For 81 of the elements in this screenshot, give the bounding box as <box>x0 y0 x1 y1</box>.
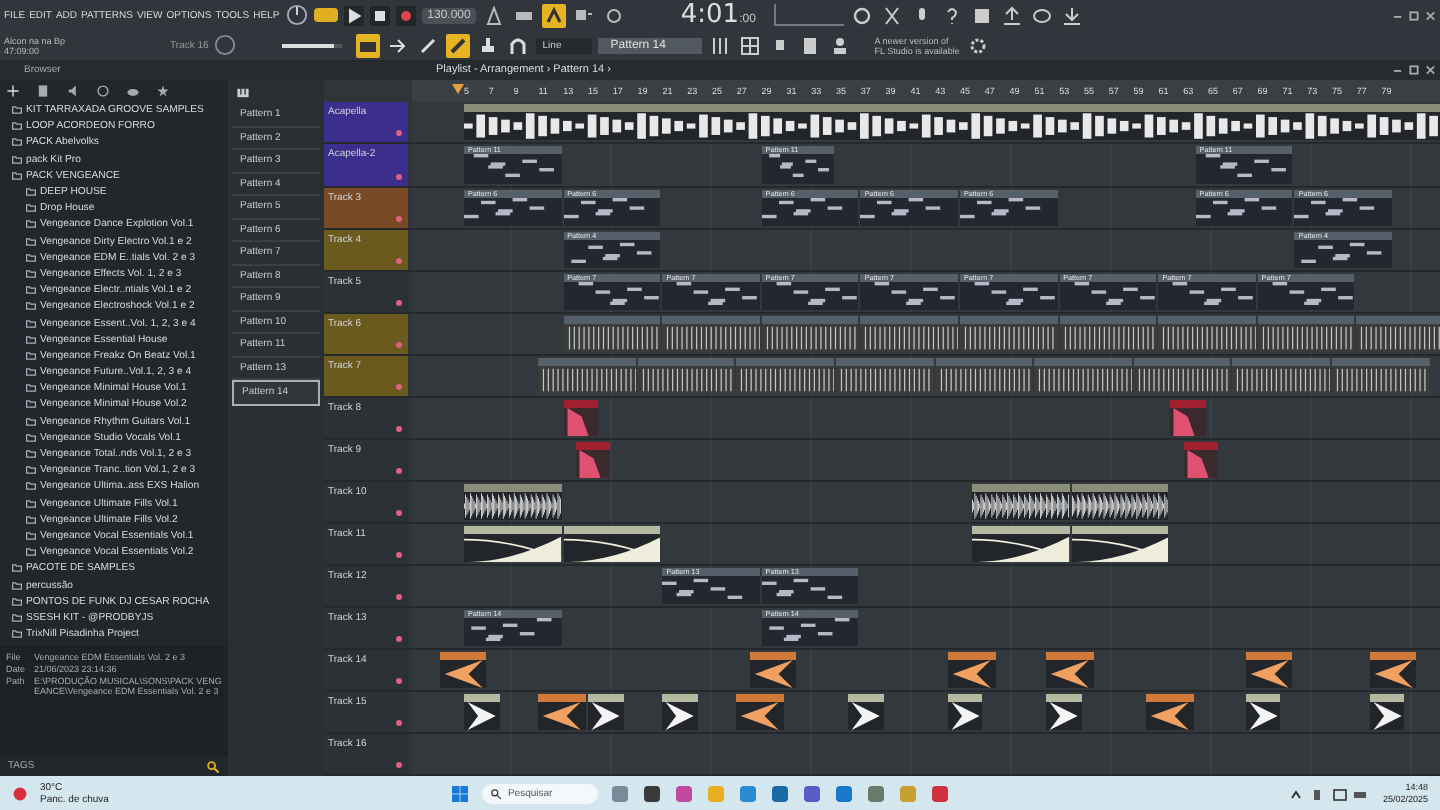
audio-clip[interactable] <box>563 399 599 436</box>
pattern-clip[interactable] <box>761 315 859 352</box>
taskbar-app-icon[interactable] <box>769 783 790 803</box>
knob-icon[interactable] <box>285 4 308 26</box>
pattern-clip[interactable] <box>538 357 636 394</box>
audio-clip[interactable] <box>947 651 996 688</box>
audio-clip[interactable] <box>1369 651 1417 688</box>
audio-clip[interactable] <box>1369 693 1405 730</box>
audio-clip[interactable] <box>947 693 983 730</box>
audio-clip[interactable] <box>464 104 1440 141</box>
audio-clip[interactable] <box>1146 693 1194 730</box>
audio-clip[interactable] <box>439 651 487 688</box>
pattern-song-toggle[interactable] <box>313 8 338 22</box>
windows-start-icon[interactable] <box>449 783 470 803</box>
audio-clip[interactable] <box>972 525 1070 562</box>
scissors-icon[interactable] <box>879 3 904 27</box>
audio-clip[interactable] <box>464 483 562 520</box>
audio-clip[interactable] <box>464 525 562 562</box>
audio-clip[interactable] <box>749 651 797 688</box>
pencil-icon[interactable] <box>416 33 441 57</box>
cpu-monitor <box>773 4 844 26</box>
pattern-clip[interactable] <box>1133 357 1231 394</box>
pattern-clip[interactable] <box>1332 357 1430 394</box>
taskbar-app-icon[interactable] <box>929 783 950 803</box>
audio-clip[interactable] <box>1071 525 1169 562</box>
mixer-icon[interactable] <box>708 33 733 57</box>
stop-icon[interactable] <box>369 5 390 25</box>
audio-clip[interactable] <box>575 441 611 478</box>
audio-clip[interactable] <box>588 693 624 730</box>
piano-icon[interactable] <box>236 85 250 99</box>
pattern-clip[interactable] <box>1257 315 1355 352</box>
pattern-clip[interactable] <box>563 315 661 352</box>
pattern-clip[interactable] <box>736 357 834 394</box>
audio-clip[interactable] <box>464 693 500 730</box>
audio-clip[interactable] <box>563 525 661 562</box>
audio-clip[interactable] <box>736 693 785 730</box>
audio-clip[interactable] <box>1245 651 1293 688</box>
audio-clip[interactable] <box>1183 441 1219 478</box>
grid-icon[interactable] <box>738 33 763 57</box>
magnet-icon[interactable] <box>506 33 531 57</box>
pattern-clip[interactable] <box>637 357 735 394</box>
weather-icon <box>12 785 28 801</box>
record-icon[interactable] <box>395 5 416 25</box>
upload-icon[interactable] <box>999 3 1024 27</box>
pattern-clip[interactable] <box>836 357 934 394</box>
audio-clip[interactable] <box>1046 693 1082 730</box>
play-icon[interactable] <box>343 5 364 25</box>
pattern-clip[interactable] <box>1232 357 1330 394</box>
download-icon[interactable] <box>1059 3 1084 27</box>
pattern-clip[interactable] <box>1059 315 1157 352</box>
star-icon[interactable] <box>156 83 170 97</box>
gear-icon[interactable] <box>965 33 990 57</box>
pattern-clip[interactable] <box>1034 357 1132 394</box>
taskbar-app-icon[interactable] <box>641 783 662 803</box>
audio-clip[interactable] <box>662 693 698 730</box>
audio-clip[interactable] <box>1071 483 1169 520</box>
pattern-clip[interactable] <box>1158 315 1256 352</box>
pattern-clip[interactable] <box>662 315 760 352</box>
tray-icons[interactable] <box>1290 785 1371 801</box>
window-controls-icon[interactable] <box>1392 64 1436 76</box>
search-icon <box>489 787 502 799</box>
pattern-clip[interactable] <box>1356 315 1440 352</box>
metronome-icon[interactable] <box>482 3 507 27</box>
knob-icon[interactable] <box>214 34 237 56</box>
audio-clip[interactable] <box>1046 651 1095 688</box>
plus-icon[interactable] <box>6 83 20 97</box>
song-time: 4:01 <box>680 0 740 30</box>
audio-clip[interactable] <box>1170 399 1206 436</box>
song-start-marker[interactable] <box>452 84 464 94</box>
taskbar-app-icon[interactable] <box>801 783 822 803</box>
audio-clip[interactable] <box>848 693 884 730</box>
audio-clip[interactable] <box>972 483 1070 520</box>
document-icon[interactable] <box>36 83 50 97</box>
arrow-icon[interactable] <box>386 33 411 57</box>
window-controls-icon[interactable] <box>1392 9 1436 21</box>
search-icon[interactable] <box>206 759 220 773</box>
pattern-clip[interactable] <box>860 315 958 352</box>
audio-clip[interactable] <box>1245 693 1281 730</box>
pattern-clip[interactable] <box>960 315 1058 352</box>
audio-clip[interactable] <box>538 693 586 730</box>
pattern-clip[interactable] <box>935 357 1033 394</box>
